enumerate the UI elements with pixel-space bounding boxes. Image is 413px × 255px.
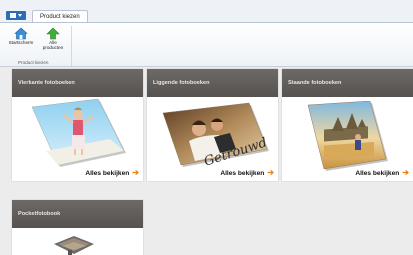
ribbon: Startscherm Alle producten Product kieze… bbox=[0, 22, 413, 67]
product-card-vierkante[interactable]: Vierkante fotoboeken Alles bekijken ➔ bbox=[12, 69, 143, 181]
card-title: Liggende fotoboeken bbox=[153, 80, 210, 86]
portrait-photobook-image bbox=[307, 101, 388, 171]
pocket-photobook-image bbox=[54, 236, 94, 255]
card-title: Pocketfotobook bbox=[18, 211, 61, 217]
arrow-right-icon: ➔ bbox=[267, 168, 274, 177]
all-products-button[interactable]: Alle producten bbox=[38, 27, 68, 57]
home-button[interactable]: Startscherm bbox=[6, 27, 36, 57]
view-all-label: Alles bekijken bbox=[85, 170, 130, 177]
view-all-link[interactable]: Alles bekijken ➔ bbox=[355, 168, 409, 177]
product-card-liggende[interactable]: Liggende fotoboeken Getrouwd Alles bekij… bbox=[147, 69, 278, 181]
card-body: Alles bekijken ➔ bbox=[282, 97, 413, 181]
application-menu-button[interactable] bbox=[6, 11, 26, 20]
home-button-label: Startscherm bbox=[8, 40, 34, 45]
view-all-label: Alles bekijken bbox=[355, 170, 400, 177]
product-card-pocket[interactable]: Pocketfotobook bbox=[12, 200, 143, 255]
view-all-label: Alles bekijken bbox=[220, 170, 265, 177]
ribbon-tab-bar: Product kiezen bbox=[0, 0, 413, 23]
arrow-right-icon: ➔ bbox=[132, 168, 139, 177]
square-photobook-image bbox=[31, 99, 126, 167]
up-arrow-icon bbox=[46, 27, 60, 40]
card-title: Staande fotoboeken bbox=[288, 80, 342, 86]
view-all-link[interactable]: Alles bekijken ➔ bbox=[220, 168, 274, 177]
card-header: Liggende fotoboeken bbox=[147, 69, 278, 97]
all-products-button-label: Alle producten bbox=[42, 40, 64, 50]
home-icon bbox=[14, 27, 28, 40]
card-body: Alles bekijken ➔ bbox=[12, 97, 143, 181]
ribbon-group-label: Product kiezen bbox=[18, 60, 49, 65]
ribbon-group-separator bbox=[71, 26, 72, 66]
card-header: Vierkante fotoboeken bbox=[12, 69, 143, 97]
chevron-down-icon bbox=[18, 14, 22, 17]
card-header: Pocketfotobook bbox=[12, 200, 143, 228]
card-body bbox=[12, 228, 143, 255]
product-card-staande[interactable]: Staande fotoboeken Alles bekijken ➔ bbox=[282, 69, 413, 181]
card-body: Getrouwd Alles bekijken ➔ bbox=[147, 97, 278, 181]
card-header: Staande fotoboeken bbox=[282, 69, 413, 97]
app-menu-icon bbox=[10, 13, 16, 18]
arrow-right-icon: ➔ bbox=[402, 168, 409, 177]
view-all-link[interactable]: Alles bekijken ➔ bbox=[85, 168, 139, 177]
card-title: Vierkante fotoboeken bbox=[18, 80, 75, 86]
